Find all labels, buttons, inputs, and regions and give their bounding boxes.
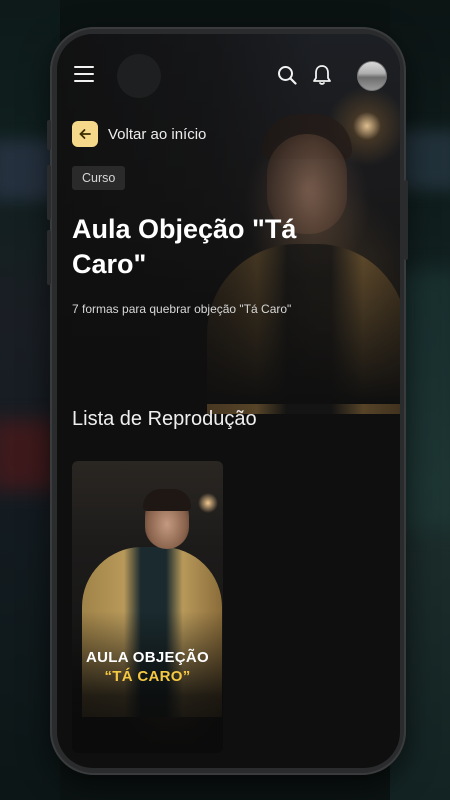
phone-screen: Voltar ao início Curso Aula Objeção "Tá … — [57, 34, 400, 768]
phone-side-button — [47, 230, 51, 285]
course-title: Aula Objeção "Tá Caro" — [72, 214, 297, 279]
phone-side-button — [47, 120, 51, 150]
course-description: 7 formas para quebrar objeção "Tá Caro" — [72, 302, 292, 316]
search-icon[interactable] — [277, 65, 297, 85]
phone-side-button — [404, 180, 408, 260]
top-bar — [57, 34, 400, 114]
phone-side-button — [47, 165, 51, 220]
playlist-item-card[interactable]: AULA OBJEÇÃO “TÁ CARO” — [72, 461, 223, 753]
card-title-line1: AULA OBJEÇÃO — [85, 649, 210, 666]
back-to-home-link[interactable]: Voltar ao início — [72, 120, 206, 148]
course-badge: Curso — [72, 166, 126, 190]
playlist-section-title: Lista de Reprodução — [72, 408, 257, 430]
card-title-line2: “TÁ CARO” — [104, 668, 191, 685]
hamburger-menu-icon[interactable] — [74, 66, 94, 82]
user-avatar[interactable] — [357, 61, 387, 91]
card-presenter-hair — [143, 489, 191, 511]
bell-icon[interactable] — [312, 64, 332, 86]
camera-cutout — [117, 54, 161, 98]
arrow-left-icon[interactable] — [72, 121, 98, 147]
back-label[interactable]: Voltar ao início — [108, 126, 206, 143]
